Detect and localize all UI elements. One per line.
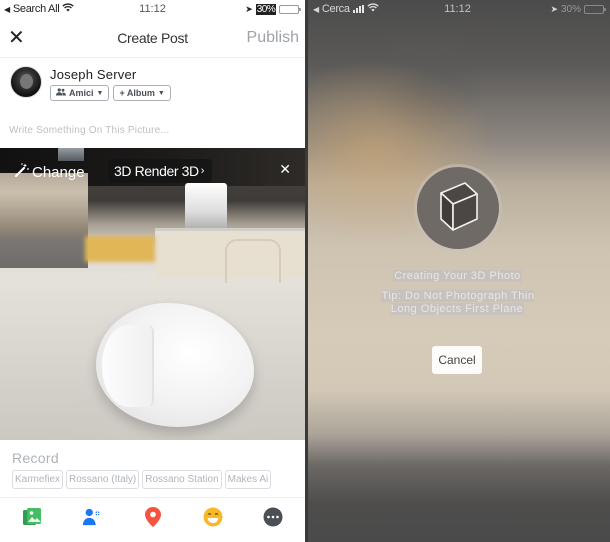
caret-down-icon: ▼ — [157, 89, 165, 97]
album-selector[interactable]: + Album ▼ — [113, 85, 171, 101]
location-arrow-icon: ➤ — [245, 3, 253, 14]
render-3d-label: 3D Render 3D — [114, 163, 199, 179]
render-3d-button[interactable]: 3D Render 3D › — [108, 159, 212, 183]
signal-icon — [352, 5, 364, 13]
location-chip[interactable]: Karmefiex — [12, 470, 64, 489]
cancel-button[interactable]: Cancel — [432, 346, 482, 374]
photo-preview[interactable]: Change 3D Render 3D › ✕ — [0, 148, 305, 440]
nav-bar: ✕ Create Post Publish — [0, 18, 305, 58]
author-name: Joseph Server — [50, 67, 137, 82]
battery-percent: 30% — [255, 3, 276, 15]
3d-cube-badge — [417, 167, 499, 249]
photo-icon[interactable] — [22, 507, 42, 527]
album-label: + Album — [119, 88, 155, 98]
publish-button[interactable]: Publish — [247, 29, 299, 47]
back-arrow-icon[interactable]: ◀ — [313, 5, 319, 14]
creating-3d-photo-screen: ◀ Cerca 11:12 ➤ 30% Creating Your 3D Pho… — [305, 0, 610, 542]
back-to-app-label[interactable]: Search All — [13, 3, 60, 15]
magic-wand-icon — [14, 162, 30, 182]
progress-title: Creating Your 3D Photo — [393, 270, 522, 282]
remove-photo-icon[interactable]: ✕ — [279, 161, 291, 178]
friends-icon — [56, 88, 66, 98]
location-title: Record — [12, 450, 59, 466]
photo-subject — [96, 303, 254, 427]
change-label: Change — [32, 163, 85, 181]
caret-down-icon: ▼ — [96, 89, 104, 97]
change-button[interactable]: Change — [14, 162, 85, 182]
status-bar: ◀ Cerca 11:12 ➤ 30% — [305, 0, 610, 18]
tag-people-icon[interactable] — [82, 507, 102, 527]
status-bar: ◀ Search All 11:12 ➤ 30% — [0, 0, 305, 18]
chevron-right-icon: › — [200, 165, 205, 177]
post-text-input[interactable]: Write Something On This Picture... — [0, 125, 305, 136]
location-chip[interactable]: Makes Ai — [224, 470, 272, 489]
battery-icon — [279, 4, 301, 14]
feeling-emoji-icon[interactable] — [203, 507, 223, 527]
author-row: Joseph Server Amici ▼ + Album ▼ — [0, 58, 305, 101]
post-actions — [0, 498, 305, 527]
back-arrow-icon[interactable]: ◀ — [4, 5, 10, 14]
location-chip[interactable]: Rossano (Italy) — [66, 470, 140, 489]
wifi-icon — [62, 3, 75, 15]
cube-icon — [427, 175, 489, 242]
back-to-app-label[interactable]: Cerca — [322, 3, 350, 15]
bottom-sheet: Record Karmefiex Rossano (Italy) Rossano… — [0, 440, 305, 542]
more-icon[interactable] — [263, 507, 283, 527]
avatar — [10, 66, 42, 98]
progress-tip: Tip: Do Not Photograph Thin Long Objects… — [380, 290, 535, 315]
audience-label: Amici — [69, 88, 94, 98]
location-suggestions: Karmefiex Rossano (Italy) Rossano Statio… — [0, 466, 305, 489]
location-chip[interactable]: Rossano Station — [142, 470, 222, 489]
location-arrow-icon: ➤ — [550, 3, 558, 14]
location-pin-icon[interactable] — [143, 507, 163, 527]
audience-selector[interactable]: Amici ▼ — [50, 85, 110, 101]
wifi-icon — [367, 3, 379, 15]
battery-percent: 30% — [560, 3, 581, 15]
battery-icon — [584, 4, 606, 14]
create-post-screen: ◀ Search All 11:12 ➤ 30% ✕ Create Post P… — [0, 0, 305, 542]
